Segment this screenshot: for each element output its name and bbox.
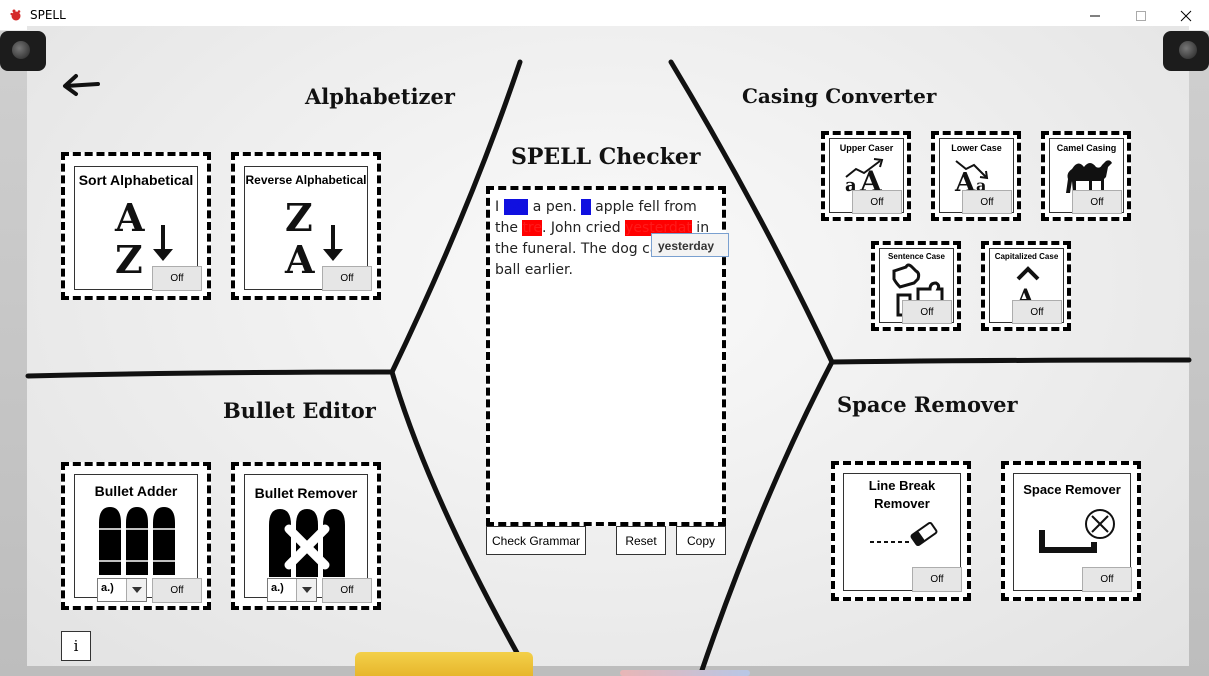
back-arrow-icon[interactable]	[62, 70, 102, 98]
space-remover-title: Space Remover	[837, 392, 1018, 417]
casing-converter-title: Casing Converter	[742, 84, 937, 108]
chevron-down-icon[interactable]	[296, 579, 316, 601]
camel-icon	[1066, 160, 1112, 193]
camel-casing-toggle[interactable]: Off	[1072, 190, 1122, 214]
bullet-remover-card[interactable]: Bullet Remover a.) Off	[231, 462, 381, 610]
grammar-error-highlight[interactable]: has	[503, 199, 529, 215]
space-remover-card[interactable]: Space Remover Off	[1001, 461, 1141, 601]
reset-button[interactable]: Reset	[616, 526, 666, 555]
upper-caser-label: Upper Caser	[839, 143, 894, 153]
bullet-adder-toggle[interactable]: Off	[152, 578, 202, 603]
copy-button[interactable]: Copy	[676, 526, 726, 555]
reverse-alphabetical-toggle[interactable]: Off	[322, 266, 372, 291]
bullet-editor-title: Bullet Editor	[223, 398, 376, 423]
sentence-case-toggle[interactable]: Off	[902, 300, 952, 324]
space-remover-label: Space Remover	[1023, 482, 1121, 497]
bullet-adder-card[interactable]: Bullet Adder a.) Off	[61, 462, 211, 610]
alphabetizer-title: Alphabetizer	[305, 84, 455, 109]
za-sort-icon: Z A	[284, 197, 343, 277]
bullet-remover-format-select[interactable]: a.)	[267, 578, 317, 602]
text-segment: a pen.	[528, 199, 582, 215]
bullet-icon	[99, 507, 175, 575]
capitalized-case-label: Capitalized Case	[994, 252, 1059, 261]
caret-a-icon: A	[1016, 266, 1040, 305]
bullet-remove-icon	[269, 509, 345, 577]
upper-caser-card[interactable]: Upper Caser a A Off	[821, 131, 911, 221]
svg-text:Z: Z	[115, 237, 143, 277]
lower-case-card[interactable]: Lower Case A a Off	[931, 131, 1021, 221]
bullet-adder-format-value: a.)	[101, 582, 114, 594]
sentence-case-label: Sentence Case	[888, 252, 945, 261]
eraser-icon	[870, 521, 938, 547]
bullet-adder-label: Bullet Adder	[94, 483, 178, 499]
spelling-suggestion-popup[interactable]: yesterday	[651, 233, 729, 257]
svg-text:A: A	[114, 197, 145, 240]
lower-case-icon: A a	[954, 160, 989, 195]
line-break-remover-label: Line Break Remover	[868, 478, 936, 511]
capitalized-case-card[interactable]: Capitalized Case A Off	[981, 241, 1071, 331]
grammar-error-highlight[interactable]: A	[581, 199, 591, 215]
chevron-down-icon[interactable]	[126, 579, 146, 601]
capitalized-case-toggle[interactable]: Off	[1012, 300, 1062, 324]
bullet-remover-label: Bullet Remover	[254, 485, 358, 501]
upper-case-icon: a A	[845, 158, 884, 195]
camel-casing-label: Camel Casing	[1056, 143, 1117, 153]
bullet-remover-toggle[interactable]: Off	[322, 578, 372, 603]
whiteboard-marker	[620, 670, 750, 676]
space-remove-icon	[1039, 509, 1115, 553]
sentence-case-card[interactable]: Sentence Case Off	[871, 241, 961, 331]
reverse-alphabetical-label: Reverse Alphabetical	[245, 173, 367, 187]
az-sort-icon: A Z	[114, 197, 173, 277]
sort-alphabetical-toggle[interactable]: Off	[152, 266, 202, 291]
text-segment: I	[495, 199, 504, 215]
info-button[interactable]: i	[61, 631, 91, 661]
sort-alphabetical-card[interactable]: Sort Alphabetical A Z Off	[61, 152, 211, 300]
whiteboard-eraser	[355, 652, 533, 676]
bullet-remover-format-value: a.)	[271, 582, 284, 594]
text-segment: . John cried	[542, 220, 626, 236]
spell-checker-title: SPELL Checker	[511, 144, 701, 170]
lower-case-toggle[interactable]: Off	[962, 190, 1012, 214]
svg-text:A: A	[284, 237, 315, 277]
sort-alphabetical-label: Sort Alphabetical	[78, 172, 194, 188]
lower-case-label: Lower Case	[951, 143, 1002, 153]
svg-text:Z: Z	[285, 197, 313, 240]
bullet-adder-format-select[interactable]: a.)	[97, 578, 147, 602]
line-break-remover-toggle[interactable]: Off	[912, 567, 962, 592]
space-remover-toggle[interactable]: Off	[1082, 567, 1132, 592]
upper-caser-toggle[interactable]: Off	[852, 190, 902, 214]
camel-casing-card[interactable]: Camel Casing Off	[1041, 131, 1131, 221]
reverse-alphabetical-card[interactable]: Reverse Alphabetical Z A Off	[231, 152, 381, 300]
check-grammar-button[interactable]: Check Grammar	[486, 526, 586, 555]
spelling-error-highlight[interactable]: tre	[522, 220, 542, 236]
line-break-remover-card[interactable]: Line Break Remover Off	[831, 461, 971, 601]
